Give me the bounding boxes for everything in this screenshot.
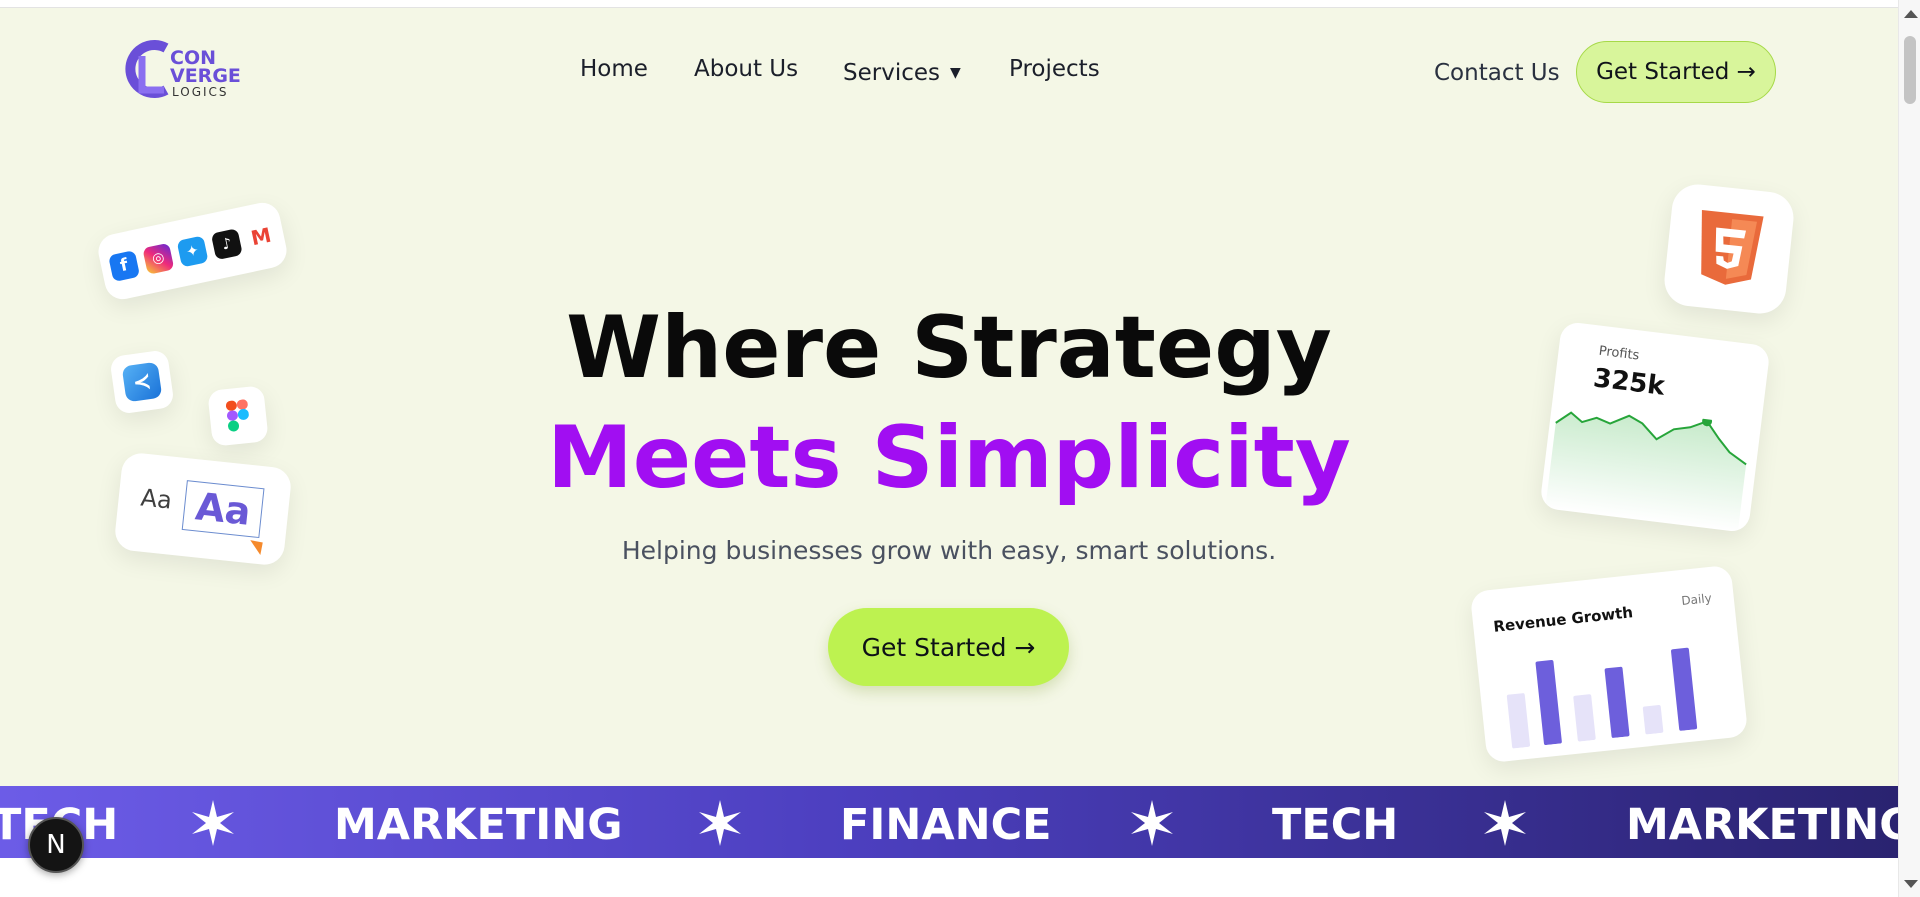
hero-get-started-button[interactable]: Get Started → [828,608,1069,686]
twitter-icon: ✦ [176,234,209,268]
font-sample-small: Aa [139,483,174,515]
header-get-started-button[interactable]: Get Started → [1576,41,1776,103]
nav-services-label: Services [843,60,940,86]
marquee-item: FINANCE [840,800,1052,850]
star-burst-icon [192,800,234,846]
scrollbar-thumb[interactable] [1904,36,1916,104]
industry-marquee: TECH MARKETING FINANCE TECH MARKETING [0,786,1898,858]
vscode-card: ≺ [109,349,175,415]
revenue-period: Daily [1680,590,1713,609]
gmail-icon: M [244,220,277,253]
revenue-growth-card: Revenue Growth Daily [1469,564,1749,764]
font-sample-big: Aa [181,480,265,539]
dev-tools-badge[interactable]: N [28,817,84,873]
profits-label: Profits [1597,343,1641,364]
scroll-down-arrow-icon[interactable] [1904,880,1918,888]
star-burst-icon [1484,800,1526,846]
figma-card [207,385,269,447]
nav-about-us[interactable]: About Us [694,56,798,82]
html5-card [1661,181,1797,317]
chevron-down-icon: ▼ [950,65,961,81]
profits-card: Profits 325k [1539,320,1771,534]
nav-projects[interactable]: Projects [1009,56,1100,82]
tiktok-icon: ♪ [210,227,243,260]
nav-contact-us[interactable]: Contact Us [1434,60,1560,86]
revenue-bars [1506,647,1698,749]
typography-card: Aa Aa [113,451,293,567]
marquee-item: MARKETING [1626,800,1898,850]
vscode-icon: ≺ [121,361,163,403]
figma-icon [225,399,249,432]
social-icons-card: f ◎ ✦ ♪ M [95,199,290,303]
instagram-icon: ◎ [142,242,175,275]
nav-home[interactable]: Home [580,56,648,82]
marquee-item: MARKETING [334,800,623,850]
marquee-item: TECH [1272,800,1399,850]
scroll-up-arrow-icon[interactable] [1904,10,1918,18]
revenue-title: Revenue Growth [1492,603,1634,636]
html5-icon [1701,209,1764,285]
profits-value: 325k [1591,363,1667,402]
hero-section: CON VERGE LOGICS Home About Us Services ▼… [0,8,1898,786]
star-burst-icon [699,800,741,846]
page-scrollbar[interactable] [1898,0,1920,897]
facebook-icon: f [108,249,141,282]
profits-sparkline [1545,411,1747,532]
star-burst-icon [1131,800,1173,846]
cursor-icon [250,535,268,556]
browser-top-edge [0,0,1898,8]
nav-services[interactable]: Services ▼ [843,60,961,86]
